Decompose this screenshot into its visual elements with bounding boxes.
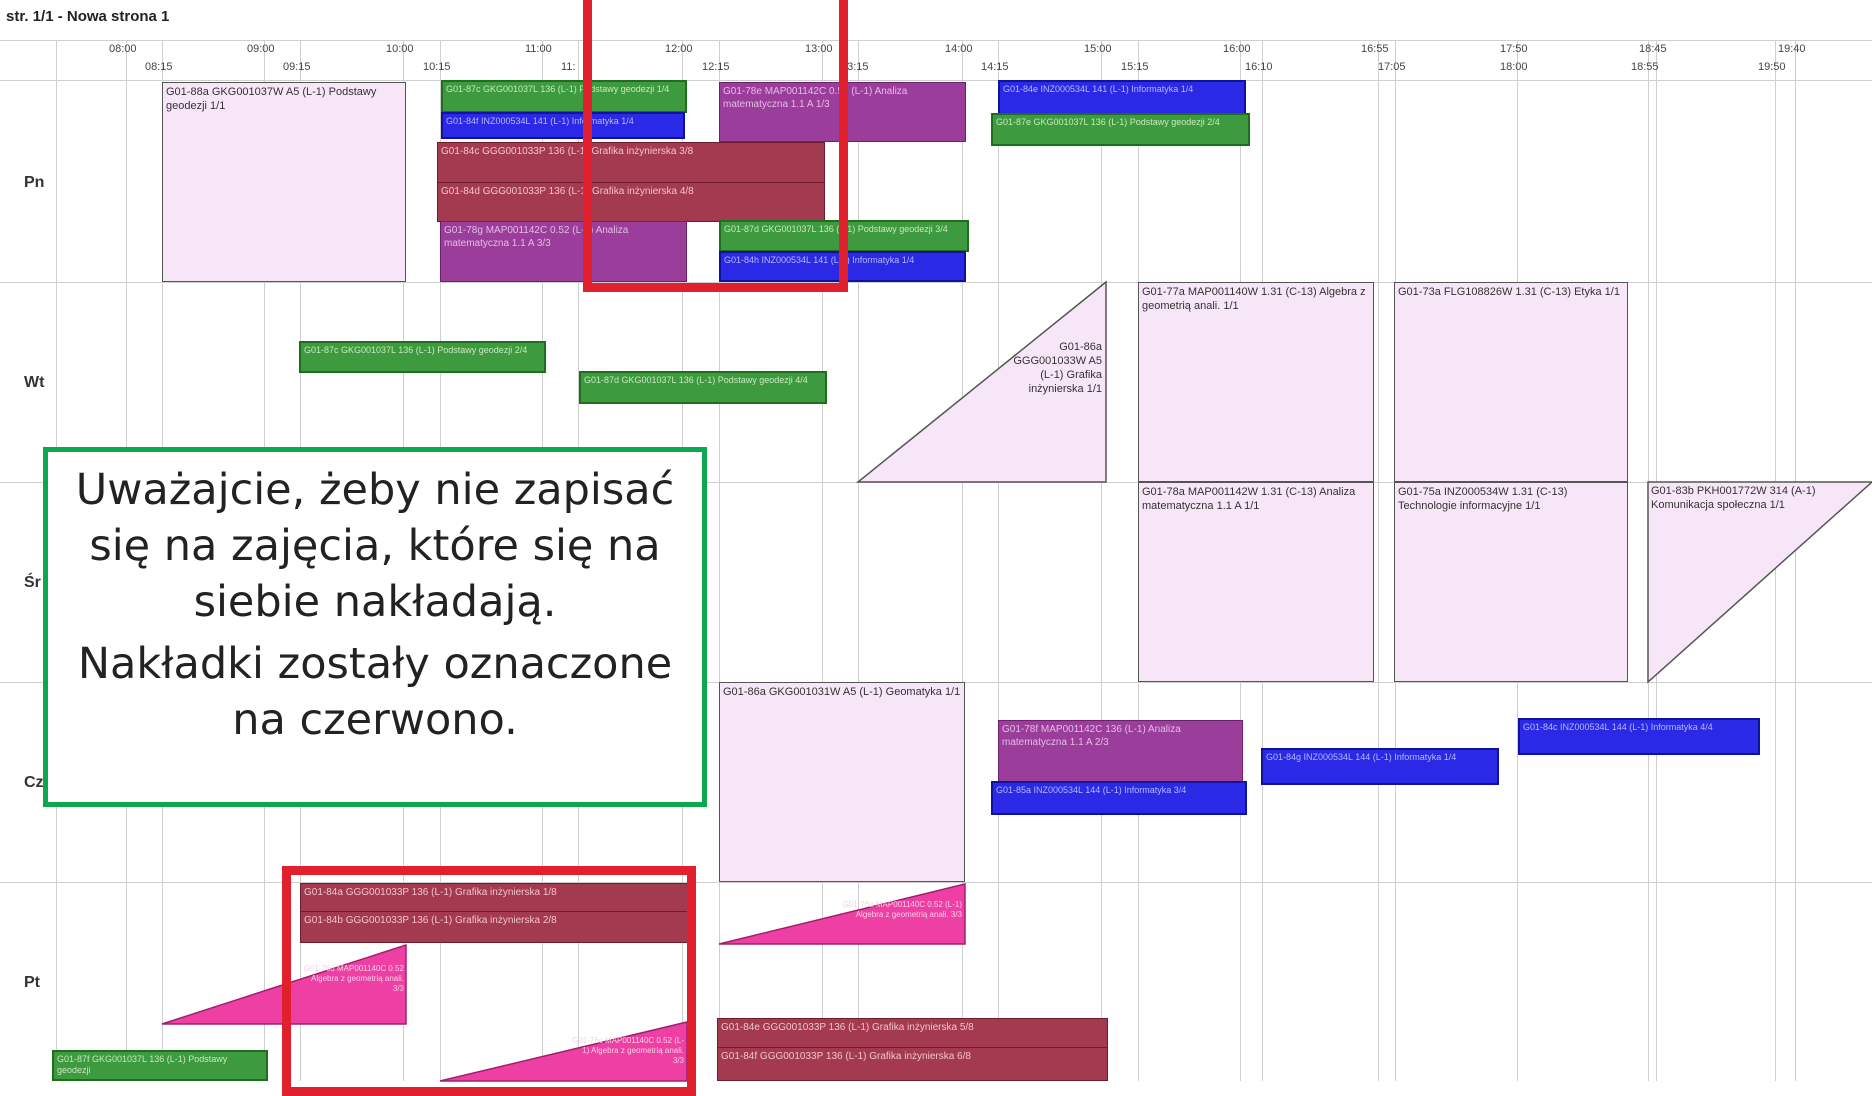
class-block[interactable]: G01-84e INZ000534L 141 (L-1) Informatyka…	[998, 80, 1246, 115]
grid-line	[998, 40, 999, 1081]
grid-line	[0, 40, 1872, 41]
grid-line	[0, 882, 1872, 883]
class-block[interactable]: G01-77a MAP001140W 1.31 (C-13) Algebra z…	[1138, 282, 1374, 482]
time-tick: 16:00	[1223, 43, 1251, 55]
time-tick: 09:15	[283, 61, 311, 73]
note-overlap-text: Nakładki zostały oznaczone na czerwono.	[77, 639, 673, 745]
class-block[interactable]: G01-76a MAP001140C 0.52 (L-1) Algebra z …	[820, 900, 962, 920]
time-tick: 19:50	[1758, 61, 1786, 73]
time-tick: 08:00	[109, 43, 137, 55]
time-tick: 17:05	[1378, 61, 1406, 73]
time-tick: 15:15	[1121, 61, 1149, 73]
overlap-highlight-monday	[583, 0, 848, 292]
time-tick: 11:00	[525, 43, 552, 55]
time-tick: 18:00	[1500, 61, 1528, 73]
time-tick: 08:15	[145, 61, 173, 73]
time-tick: 18:45	[1639, 43, 1667, 55]
time-tick: 17:50	[1500, 43, 1528, 55]
time-tick: 10:00	[386, 43, 414, 55]
half-semester-triangle	[1647, 481, 1872, 684]
class-block[interactable]: G01-84g INZ000534L 144 (L-1) Informatyka…	[1261, 748, 1499, 785]
class-block[interactable]: G01-88a GKG001037W A5 (L-1) Podstawy geo…	[162, 82, 406, 282]
overlap-highlight-friday	[282, 866, 696, 1096]
class-block[interactable]: G01-75a INZ000534W 1.31 (C-13) Technolog…	[1394, 482, 1628, 682]
class-block[interactable]: G01-78f MAP001142C 136 (L-1) Analiza mat…	[998, 720, 1243, 782]
note-warning-text: Uważajcie, żeby nie zapisać się na zajęc…	[75, 465, 675, 627]
class-block[interactable]: G01-73a FLG108826W 1.31 (C-13) Etyka 1/1	[1394, 282, 1628, 482]
grid-line	[1101, 40, 1102, 1081]
class-block[interactable]: G01-83b PKH001772W 314 (A-1) Komunikacja…	[1651, 484, 1841, 512]
time-tick: 11:	[561, 61, 576, 73]
warning-note: Uważajcie, żeby nie zapisać się na zajęc…	[43, 447, 707, 807]
class-block[interactable]: G01-87c GKG001037L 136 (L-1) Podstawy ge…	[299, 341, 546, 373]
class-block[interactable]: G01-84e GGG001033P 136 (L-1) Grafika inż…	[717, 1018, 1108, 1049]
class-block[interactable]: G01-87e GKG001037L 136 (L-1) Podstawy ge…	[991, 113, 1250, 146]
class-block[interactable]: G01-84c INZ000534L 144 (L-1) Informatyka…	[1518, 718, 1760, 755]
day-label-pn: Pn	[24, 174, 45, 191]
class-block[interactable]: G01-87f GKG001037L 136 (L-1) Podstawy ge…	[52, 1050, 268, 1081]
class-block[interactable]: G01-84f GGG001033P 136 (L-1) Grafika inż…	[717, 1047, 1108, 1081]
time-tick: 10:15	[423, 61, 451, 73]
class-block[interactable]: G01-86a GKG001031W A5 (L-1) Geomatyka 1/…	[719, 682, 965, 882]
grid-line	[0, 80, 1872, 81]
class-block[interactable]: G01-85a INZ000534L 144 (L-1) Informatyka…	[991, 781, 1247, 815]
time-tick: 19:40	[1778, 43, 1806, 55]
grid-line	[1378, 40, 1379, 1081]
time-tick: 14:15	[981, 61, 1009, 73]
time-tick: 09:00	[247, 43, 275, 55]
day-label-cz: Cz	[24, 774, 44, 791]
time-tick: 16:10	[1245, 61, 1273, 73]
day-label-sr: Śr	[24, 574, 41, 591]
time-tick: 18:55	[1631, 61, 1659, 73]
day-label-pt: Pt	[24, 974, 40, 991]
time-tick: 16:55	[1361, 43, 1389, 55]
class-block[interactable]: G01-87d GKG001037L 136 (L-1) Podstawy ge…	[579, 371, 827, 404]
time-tick: 15:00	[1084, 43, 1112, 55]
class-block[interactable]: G01-78a MAP001142W 1.31 (C-13) Analiza m…	[1138, 482, 1374, 682]
day-label-wt: Wt	[24, 374, 45, 391]
class-block[interactable]: G01-86a GGG001033W A5 (L-1) Grafika inży…	[1008, 340, 1102, 396]
time-tick: 14:00	[945, 43, 973, 55]
